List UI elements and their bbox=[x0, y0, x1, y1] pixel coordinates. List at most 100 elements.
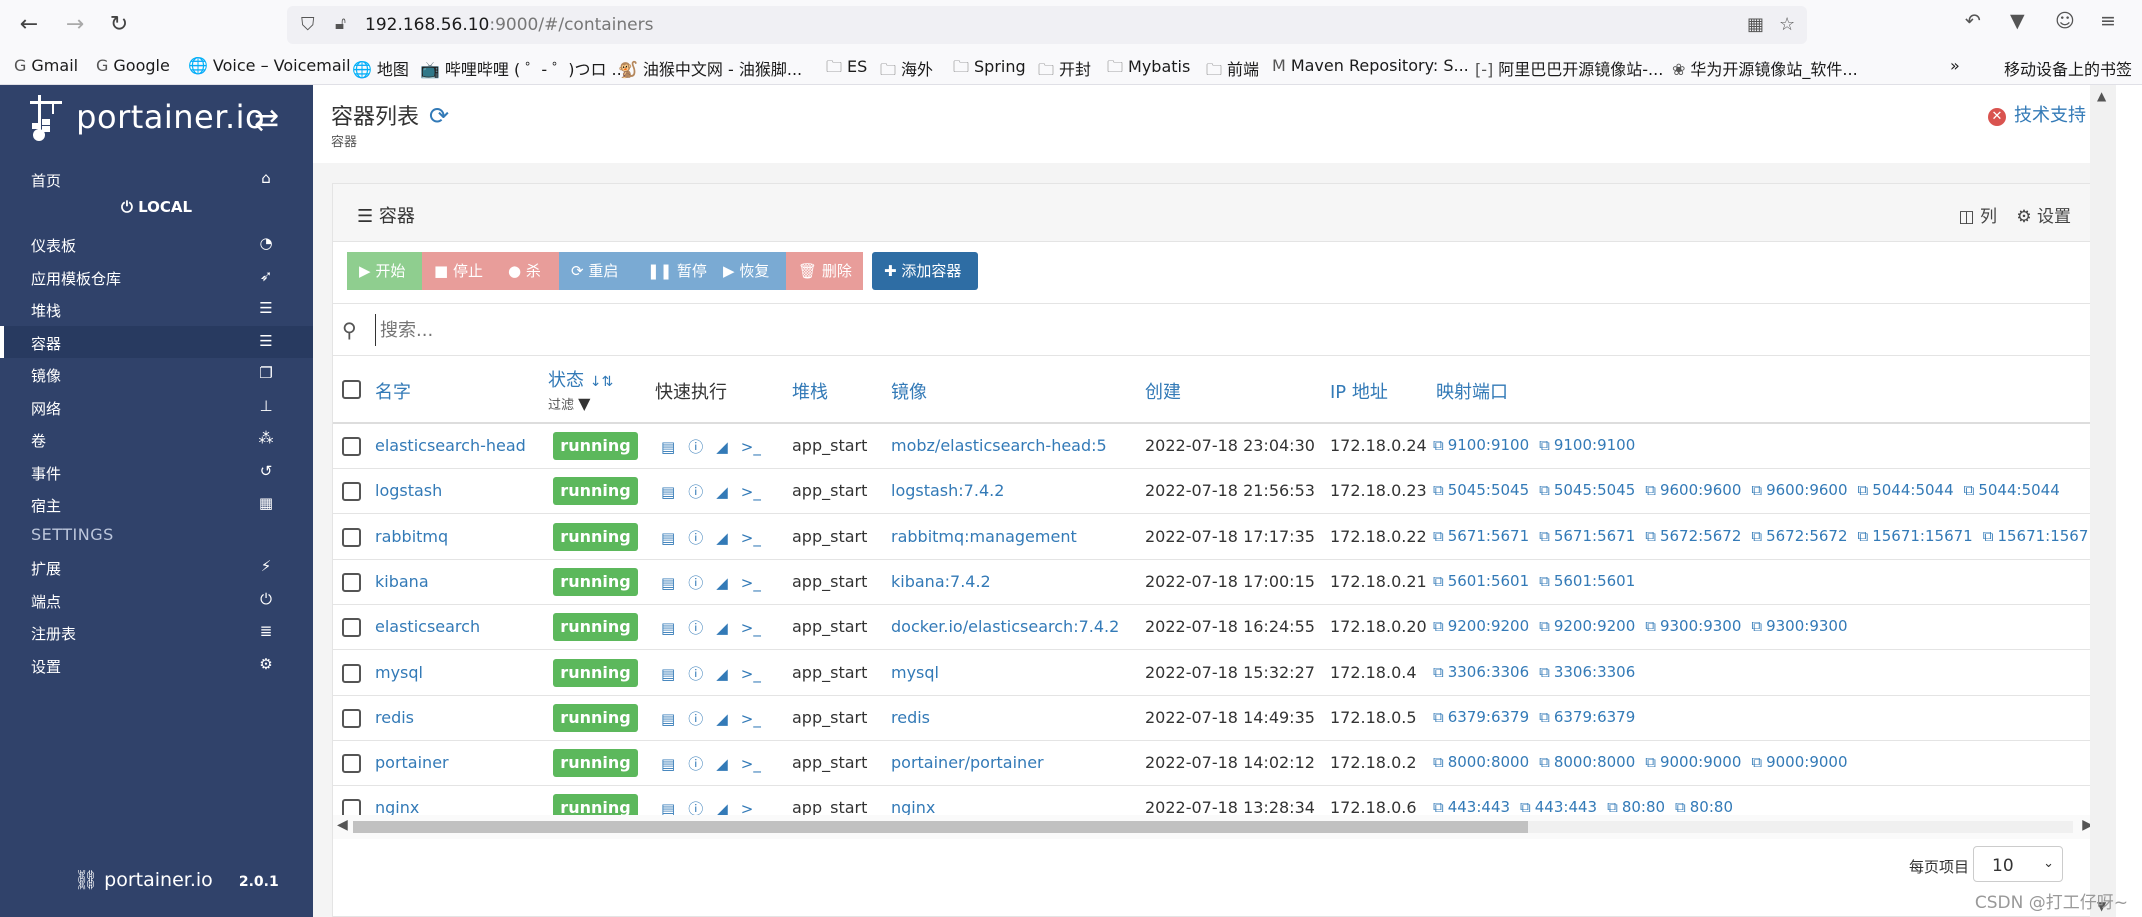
row-checkbox[interactable] bbox=[342, 754, 361, 774]
port-link[interactable]: ⧉ 9000:9000 bbox=[1645, 753, 1741, 771]
inspect-icon[interactable]: ⓘ bbox=[688, 617, 703, 638]
stop-button[interactable]: ■ 停止 bbox=[422, 252, 496, 290]
logs-icon[interactable]: ▤ bbox=[661, 755, 675, 773]
logs-icon[interactable]: ▤ bbox=[661, 529, 675, 547]
port-link[interactable]: ⧉ 5044:5044 bbox=[1858, 481, 1954, 499]
sidebar-item-cogs[interactable]: 设置 ⚙ bbox=[0, 649, 313, 681]
bookmark-item[interactable]: ❀ 华为开源镜像站_软件... bbox=[1672, 56, 1858, 80]
bookmark-item[interactable]: 🗀 Spring bbox=[953, 56, 1026, 83]
image-link[interactable]: portainer/portainer bbox=[891, 753, 1044, 772]
table-settings-button[interactable]: ⚙ 设置 bbox=[2016, 207, 2071, 227]
bookmark-item[interactable]: 🐒 油猴中文网 - 油猴脚... bbox=[618, 56, 802, 80]
container-name-link[interactable]: elasticsearch-head bbox=[375, 436, 526, 455]
horizontal-scrollbar[interactable]: ◀ ▶ bbox=[333, 815, 2101, 839]
port-link[interactable]: ⧉ 5044:5044 bbox=[1964, 481, 2060, 499]
sidebar-item-clone[interactable]: 镜像 ❐ bbox=[0, 358, 313, 390]
image-link[interactable]: logstash:7.4.2 bbox=[891, 481, 1004, 500]
port-link[interactable]: ⧉ 8000:8000 bbox=[1433, 753, 1529, 771]
port-link[interactable]: ⧉ 5045:5045 bbox=[1539, 481, 1635, 499]
sidebar-item-list[interactable]: 堆栈 ☰ bbox=[0, 293, 313, 325]
scroll-left-icon[interactable]: ◀ bbox=[337, 817, 348, 833]
image-link[interactable]: redis bbox=[891, 708, 930, 727]
port-link[interactable]: ⧉ 5672:5672 bbox=[1645, 527, 1741, 545]
port-link[interactable]: ⧉ 5601:5601 bbox=[1539, 572, 1635, 590]
vertical-scrollbar[interactable]: ▲ ▼ bbox=[2090, 85, 2116, 917]
sidebar-item-cubes[interactable]: 卷 ⁂ bbox=[0, 423, 313, 455]
inspect-icon[interactable]: ⓘ bbox=[688, 663, 703, 684]
port-link[interactable]: ⧉ 9000:9000 bbox=[1751, 753, 1847, 771]
sidebar-item-rocket[interactable]: 应用模板仓库 ➶ bbox=[0, 261, 313, 293]
bookmark-item[interactable]: [-] 阿里巴巴开源镜像站-... bbox=[1475, 56, 1663, 80]
resume-button[interactable]: ▶ 恢复 bbox=[711, 252, 786, 290]
url-text[interactable]: 192.168.56.10:9000/#/containers bbox=[365, 15, 653, 35]
console-icon[interactable]: >_ bbox=[741, 619, 761, 637]
bookmark-item[interactable]: 🗀 ES bbox=[826, 56, 867, 83]
more-bookmarks-icon[interactable]: » bbox=[1950, 56, 1960, 75]
port-link[interactable]: ⧉ 3306:3306 bbox=[1433, 663, 1529, 681]
container-name-link[interactable]: rabbitmq bbox=[375, 527, 448, 546]
scroll-thumb[interactable] bbox=[353, 821, 1528, 833]
port-link[interactable]: ⧉ 15671:15671 bbox=[1858, 527, 1973, 545]
port-link[interactable]: ⧉ 80:80 bbox=[1675, 798, 1733, 816]
inspect-icon[interactable]: ⓘ bbox=[688, 572, 703, 593]
port-link[interactable]: ⧉ 80:80 bbox=[1607, 798, 1665, 816]
state-filter[interactable]: 过滤 ▼ bbox=[548, 394, 590, 413]
inspect-icon[interactable]: ⓘ bbox=[688, 527, 703, 548]
toggle-sidebar-icon[interactable]: ⇄ bbox=[254, 103, 279, 138]
port-link[interactable]: ⧉ 9600:9600 bbox=[1751, 481, 1847, 499]
tampermonkey-icon[interactable]: ☺ bbox=[2055, 10, 2075, 32]
restart-button[interactable]: ⟳ 重启 bbox=[559, 252, 635, 290]
container-name-link[interactable]: elasticsearch bbox=[375, 617, 480, 636]
port-link[interactable]: ⧉ 6379:6379 bbox=[1433, 708, 1529, 726]
image-link[interactable]: rabbitmq:management bbox=[891, 527, 1077, 546]
sidebar-item-th[interactable]: 宿主 ▦ bbox=[0, 488, 313, 520]
row-checkbox[interactable] bbox=[342, 482, 361, 502]
container-name-link[interactable]: redis bbox=[375, 708, 414, 727]
undo-icon[interactable]: ↶ bbox=[1965, 10, 1981, 32]
inspect-icon[interactable]: ⓘ bbox=[688, 481, 703, 502]
refresh-icon[interactable]: ⟳ bbox=[429, 102, 449, 130]
sidebar-item-dashboard[interactable]: 仪表板 ◔ bbox=[0, 228, 313, 260]
logs-icon[interactable]: ▤ bbox=[661, 438, 675, 456]
sidebar-item-bolt[interactable]: 扩展 ⚡ bbox=[0, 551, 313, 583]
columns-button[interactable]: ◫ 列 bbox=[1958, 207, 1996, 227]
console-icon[interactable]: >_ bbox=[741, 710, 761, 728]
image-link[interactable]: mysql bbox=[891, 663, 939, 682]
logs-icon[interactable]: ▤ bbox=[661, 619, 675, 637]
port-link[interactable]: ⧉ 5672:5672 bbox=[1751, 527, 1847, 545]
stats-icon[interactable]: ◢ bbox=[716, 574, 728, 592]
sidebar-item-server[interactable]: 容器 ☰ bbox=[0, 325, 313, 358]
inspect-icon[interactable]: ⓘ bbox=[688, 708, 703, 729]
start-button[interactable]: ▶ 开始 bbox=[347, 252, 422, 290]
bookmark-item[interactable]: M Maven Repository: S... bbox=[1272, 56, 1469, 75]
stats-icon[interactable]: ◢ bbox=[716, 438, 728, 456]
sidebar-item-plug[interactable]: 端点 ⏻ bbox=[0, 584, 313, 616]
reload-icon[interactable]: ↻ bbox=[104, 10, 134, 40]
sidebar-item-database[interactable]: 注册表 ≣ bbox=[0, 616, 313, 648]
logs-icon[interactable]: ▤ bbox=[661, 483, 675, 501]
logs-icon[interactable]: ▤ bbox=[661, 710, 675, 728]
port-link[interactable]: ⧉ 9200:9200 bbox=[1539, 617, 1635, 635]
container-name-link[interactable]: logstash bbox=[375, 481, 442, 500]
inspect-icon[interactable]: ⓘ bbox=[688, 436, 703, 457]
image-link[interactable]: kibana:7.4.2 bbox=[891, 572, 991, 591]
extension-v-icon[interactable]: ▼ bbox=[2010, 10, 2025, 32]
back-icon[interactable]: ← bbox=[14, 10, 44, 40]
row-checkbox[interactable] bbox=[342, 708, 361, 728]
console-icon[interactable]: >_ bbox=[741, 438, 761, 456]
row-checkbox[interactable] bbox=[342, 618, 361, 638]
scroll-up-icon[interactable]: ▲ bbox=[2097, 89, 2106, 103]
container-name-link[interactable]: mysql bbox=[375, 663, 423, 682]
port-link[interactable]: ⧉ 5601:5601 bbox=[1433, 572, 1529, 590]
port-link[interactable]: ⧉ 9300:9300 bbox=[1751, 617, 1847, 635]
address-bar[interactable]: ⛉ 🔓︎ 192.168.56.10:9000/#/containers ▦ ☆ bbox=[287, 6, 1807, 44]
port-link[interactable]: ⧉ 9100:9100 bbox=[1433, 436, 1529, 454]
kill-button[interactable]: ● 杀 bbox=[496, 252, 559, 290]
port-link[interactable]: ⧉ 9200:9200 bbox=[1433, 617, 1529, 635]
sidebar-item-home[interactable]: 首页 ⌂ bbox=[0, 163, 313, 195]
inspect-icon[interactable]: ⓘ bbox=[688, 753, 703, 774]
container-name-link[interactable]: kibana bbox=[375, 572, 429, 591]
forward-icon[interactable]: → bbox=[60, 10, 90, 40]
stats-icon[interactable]: ◢ bbox=[716, 710, 728, 728]
support-link[interactable]: ✕ 技术支持 bbox=[1988, 101, 2086, 127]
